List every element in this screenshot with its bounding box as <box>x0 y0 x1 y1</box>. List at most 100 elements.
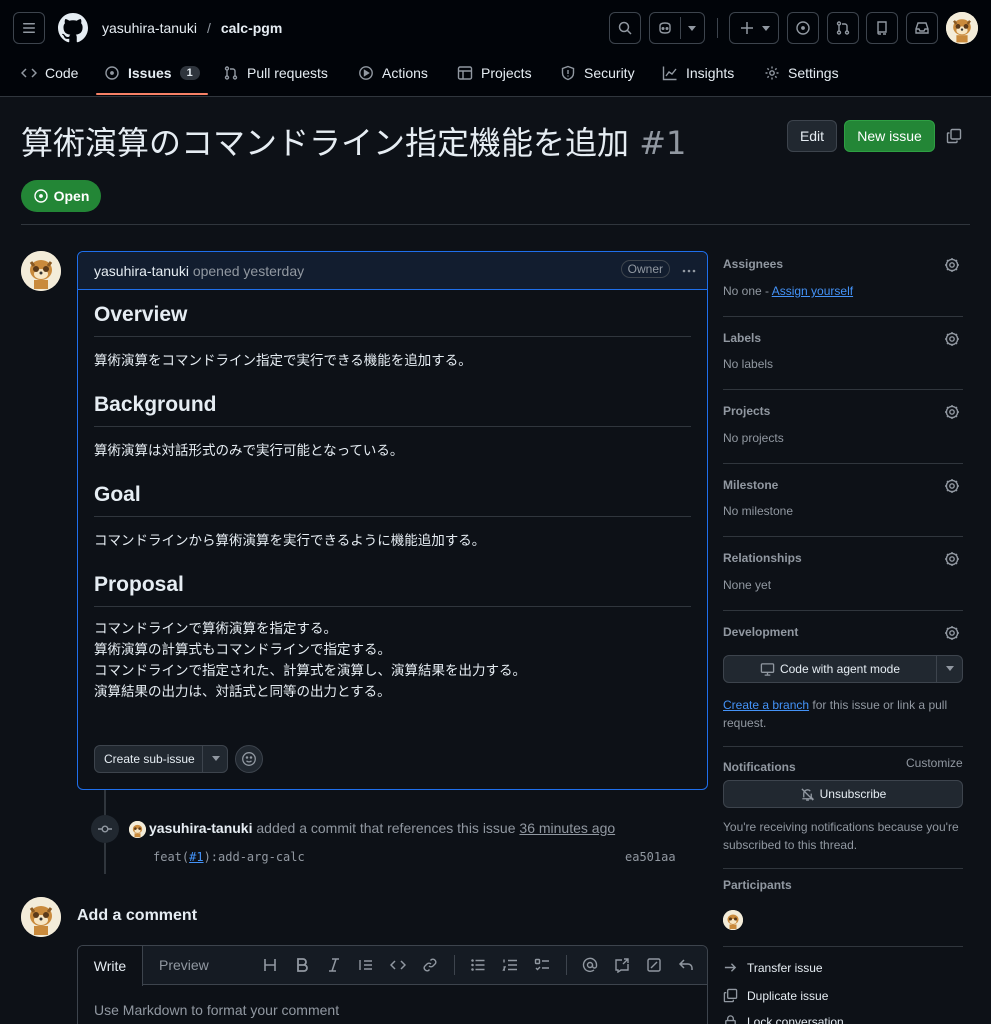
kebab-horizontal-icon[interactable] <box>681 263 697 279</box>
tab-projects[interactable]: Projects <box>457 58 532 88</box>
tanuki-avatar-icon <box>21 251 61 291</box>
gear-icon[interactable] <box>944 257 960 273</box>
breadcrumb-separator: / <box>206 20 211 36</box>
gear-icon[interactable] <box>944 404 960 420</box>
pull-requests-button[interactable] <box>827 12 859 44</box>
tab-issues[interactable]: Issues 1 <box>104 58 200 88</box>
code-with-agent-mode-button[interactable]: Code with agent mode <box>723 655 963 683</box>
comment-author[interactable]: yasuhira-tanuki <box>94 263 189 279</box>
italic-icon[interactable] <box>326 957 342 973</box>
write-tab[interactable]: Write <box>78 946 143 986</box>
participant-avatar[interactable] <box>723 910 743 930</box>
assign-yourself-link[interactable]: Assign yourself <box>772 284 853 298</box>
hamburger-icon <box>23 23 35 33</box>
inbox-button[interactable] <box>906 12 938 44</box>
tab-settings[interactable]: Settings <box>764 58 839 88</box>
transfer-issue-button[interactable]: Transfer issue <box>723 960 823 975</box>
copy-link-icon[interactable] <box>946 128 962 144</box>
section-text: 算術演算は対話形式のみで実行可能となっている。 <box>94 443 404 459</box>
comment-meta[interactable]: opened yesterday <box>193 263 304 279</box>
author-avatar[interactable] <box>21 251 61 291</box>
timeline-time[interactable]: 36 minutes ago <box>519 820 615 836</box>
tasklist-icon[interactable] <box>534 957 550 973</box>
list-ordered-icon[interactable] <box>502 957 518 973</box>
proposal-line: コマンドラインで算術演算を指定する。 <box>94 621 337 637</box>
development-heading[interactable]: Development <box>723 625 798 639</box>
edit-button[interactable]: Edit <box>787 120 837 152</box>
gear-icon[interactable] <box>944 625 960 641</box>
gear-icon[interactable] <box>944 478 960 494</box>
timeline-event-text: yasuhira-tanuki added a commit that refe… <box>149 820 615 836</box>
labels-heading[interactable]: Labels <box>723 331 761 345</box>
link-icon[interactable] <box>422 957 438 973</box>
heading-icon[interactable] <box>262 957 278 973</box>
current-user-avatar[interactable] <box>21 897 61 937</box>
shield-icon <box>561 65 575 81</box>
cross-reference-icon[interactable] <box>614 957 630 973</box>
tab-pull-requests[interactable]: Pull requests <box>223 58 328 88</box>
create-new-button[interactable] <box>729 12 779 44</box>
owner-link[interactable]: yasuhira-tanuki <box>102 20 197 36</box>
duplicate-issue-button[interactable]: Duplicate issue <box>723 988 828 1003</box>
assignees-none: No one - <box>723 284 772 298</box>
assignees-heading[interactable]: Assignees <box>723 257 783 271</box>
tanuki-avatar-icon <box>21 897 61 937</box>
github-logo-icon[interactable] <box>58 13 88 43</box>
sidebar-divider <box>723 946 963 947</box>
triangle-down-icon[interactable] <box>945 665 955 673</box>
issue-title: 算術演算のコマンドライン指定機能を追加 #1 <box>21 118 686 164</box>
timeline-author[interactable]: yasuhira-tanuki <box>149 820 252 836</box>
lock-conversation-button[interactable]: Lock conversation <box>723 1014 844 1024</box>
user-avatar[interactable] <box>946 12 978 44</box>
tab-insights[interactable]: Insights <box>662 58 734 88</box>
issues-button[interactable] <box>787 12 819 44</box>
tab-security[interactable]: Security <box>560 58 635 88</box>
agent-mode-main[interactable]: Code with agent mode <box>724 662 936 677</box>
code-icon <box>21 68 37 78</box>
proposal-line: 演算結果の出力は、対話式と同等の出力とする。 <box>94 684 391 700</box>
gear-icon[interactable] <box>944 551 960 567</box>
tab-label: Projects <box>481 65 532 81</box>
milestone-heading[interactable]: Milestone <box>723 478 778 492</box>
menu-button[interactable] <box>13 12 45 44</box>
preview-tab[interactable]: Preview <box>159 957 209 973</box>
list-unordered-icon[interactable] <box>470 957 486 973</box>
tab-actions[interactable]: Actions <box>358 58 428 88</box>
unsubscribe-button[interactable]: Unsubscribe <box>723 780 963 808</box>
search-icon <box>618 21 632 35</box>
mention-icon[interactable] <box>582 957 598 973</box>
gear-icon[interactable] <box>944 331 960 347</box>
new-issue-button[interactable]: New issue <box>844 120 935 152</box>
proposal-line: 算術演算の計算式もコマンドラインで指定する。 <box>94 642 391 658</box>
timeline-author-avatar[interactable] <box>129 821 146 838</box>
create-branch-link[interactable]: Create a branch <box>723 698 809 712</box>
graph-icon <box>662 66 677 81</box>
sidebar-divider <box>723 746 963 747</box>
relationships-value: None yet <box>723 578 772 592</box>
relationships-heading[interactable]: Relationships <box>723 551 802 565</box>
reply-icon[interactable] <box>678 957 694 973</box>
search-button[interactable] <box>609 12 641 44</box>
quote-icon[interactable] <box>358 957 374 973</box>
add-reaction-button[interactable] <box>235 745 263 773</box>
code-icon[interactable] <box>390 957 406 973</box>
tab-label: Insights <box>686 65 735 81</box>
saved-reply-icon[interactable] <box>646 957 662 973</box>
tab-code[interactable]: Code <box>21 58 78 88</box>
copilot-button[interactable] <box>649 12 705 44</box>
create-sub-issue-button[interactable]: Create sub-issue <box>94 745 228 773</box>
tanuki-avatar-icon <box>723 910 743 930</box>
triangle-down-icon <box>688 26 696 31</box>
triangle-down-icon[interactable] <box>211 755 221 763</box>
customize-link[interactable]: Customize <box>906 756 963 770</box>
comment-textarea[interactable]: Use Markdown to format your comment <box>94 1002 339 1018</box>
commit-issue-ref[interactable]: #1 <box>189 850 203 864</box>
repositories-button[interactable] <box>866 12 898 44</box>
repo-link[interactable]: calc-pgm <box>221 20 282 36</box>
commit-sha[interactable]: ea501aa <box>625 850 676 864</box>
participants-heading: Participants <box>723 878 792 892</box>
inbox-icon <box>915 22 929 34</box>
projects-heading[interactable]: Projects <box>723 404 770 418</box>
sidebar-divider <box>723 868 963 869</box>
bold-icon[interactable] <box>294 957 310 973</box>
